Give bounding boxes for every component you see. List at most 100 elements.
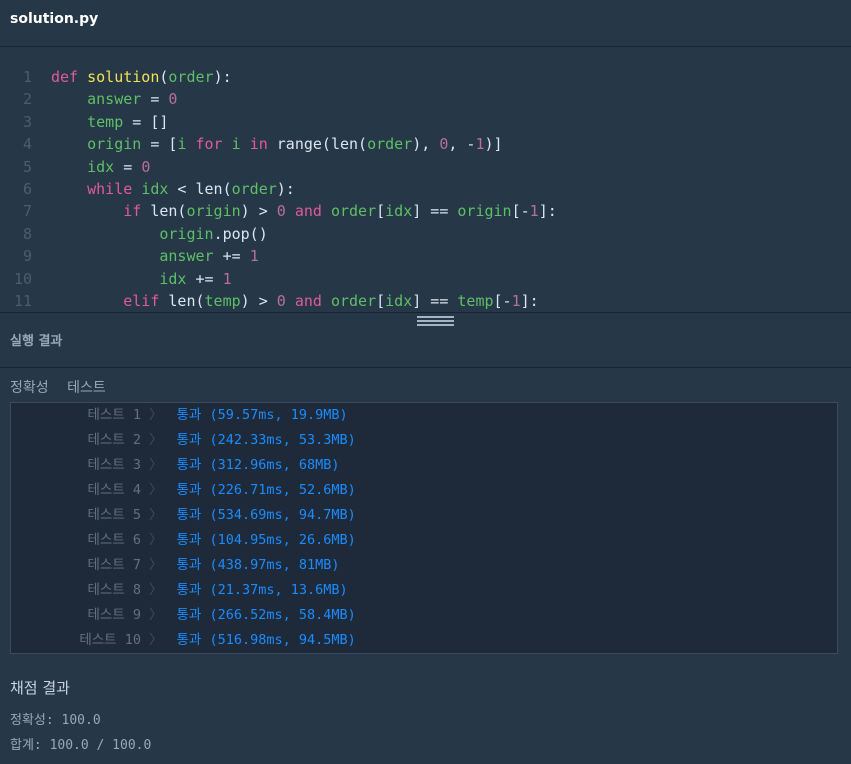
test-row: 테스트 4 〉 통과 (226.71ms, 52.6MB) [11,478,355,503]
tab-test[interactable]: 테스트 [67,380,106,396]
code-line[interactable]: 11 elif len(temp) > 0 and order[idx] == … [0,290,539,312]
code-token: 1 [511,292,521,310]
code-token: len( [168,292,205,310]
test-label: 테스트 3 [87,457,141,473]
test-result: 통과 (21.37ms, 13.6MB) [176,582,348,598]
chevron-right-icon: 〉 [149,482,163,498]
code-token: temp [87,112,124,131]
code-line[interactable]: 8 origin.pop() [0,223,268,245]
code-token: answer [159,247,214,266]
line-number: 3 [22,112,32,131]
code-token: [ [376,292,386,310]
line-number: 6 [22,180,32,198]
chevron-right-icon: 〉 [149,582,163,598]
code-line[interactable]: 7 if len(origin) > 0 and order[idx] == o… [0,200,557,222]
code-token: idx [385,202,413,221]
test-label: 테스트 5 [87,507,141,523]
chevron-right-icon: 〉 [149,607,163,623]
code-token: order [168,68,214,86]
tab-accuracy[interactable]: 정확성 [10,380,49,396]
code-token: = [] [123,112,169,131]
code-token: 1 [475,135,485,154]
test-row: 테스트 3 〉 통과 (312.96ms, 68MB) [11,453,340,478]
code-token: origin [87,135,142,154]
code-token: order [367,135,413,154]
test-row: 테스트 5 〉 통과 (534.69ms, 94.7MB) [11,503,356,528]
code-line[interactable]: 5 idx = 0 [0,156,150,178]
chevron-right-icon: 〉 [149,507,163,523]
code-token: ) > [240,292,277,310]
code-editor[interactable]: 1 def solution(order): 2 answer = 03 temp … [0,47,851,312]
code-token: def [51,68,88,86]
test-row: 테스트 2 〉 통과 (242.33ms, 53.3MB) [11,428,356,453]
test-row: 테스트 8 〉 통과 (21.37ms, 13.6MB) [11,578,348,603]
code-line[interactable]: 3 temp = [] [0,111,168,133]
resize-handle[interactable] [417,316,454,326]
chevron-right-icon: 〉 [149,632,163,648]
result-section-tabs: 정확성 테스트 [10,377,120,397]
code-token: origin [159,224,214,243]
code-token: ] == [412,292,458,310]
test-result: 통과 (516.98ms, 94.5MB) [176,632,356,648]
code-token: )] [484,135,503,154]
code-token: while [87,180,142,198]
code-token: answer [87,90,142,109]
code-token: elif [123,292,169,310]
result-header-label: 실행 결과 [10,334,63,349]
code-token: ]: [538,202,557,221]
chevron-right-icon: 〉 [149,407,163,423]
code-token: 0 [276,292,295,310]
code-token: 0 [168,90,178,109]
line-number: 8 [22,224,32,243]
test-results-list: 테스트 1 〉 통과 (59.57ms, 19.9MB) 테스트 2 〉 통과 (242.… [10,402,838,654]
file-tab-title[interactable]: solution.py [10,11,98,27]
test-row: 테스트 9 〉 통과 (266.52ms, 58.4MB) [11,603,356,628]
code-token: idx [141,180,169,198]
code-token: 0 [276,202,295,221]
code-token: 1 [222,269,232,288]
code-line[interactable]: 2 answer = 0 [0,88,177,110]
code-token: order [330,202,377,221]
code-token: and [294,292,331,310]
test-result: 통과 (266.52ms, 58.4MB) [176,607,356,623]
code-line[interactable]: 1 def solution(order): [0,66,232,88]
test-result: 통과 (59.57ms, 19.9MB) [176,407,348,423]
test-row: 테스트 10 〉 통과 (516.98ms, 94.5MB) [11,628,356,653]
test-label: 테스트 10 [79,632,141,648]
line-number: 7 [22,202,32,221]
code-token: = [141,90,169,109]
code-token: [ [376,202,386,221]
code-token: [- [493,292,512,310]
test-result: 통과 (312.96ms, 68MB) [176,457,340,473]
test-result: 통과 (534.69ms, 94.7MB) [176,507,356,523]
code-token: ): [276,180,295,198]
code-line[interactable]: 4 origin = [i for i in range(len(order),… [0,133,503,155]
test-row: 테스트 1 〉 통과 (59.57ms, 19.9MB) [11,403,348,428]
test-result: 통과 (242.33ms, 53.3MB) [176,432,356,448]
code-token: , - [448,135,476,154]
code-line[interactable]: 10 idx += 1 [0,268,232,290]
test-row: 테스트 6 〉 통과 (104.95ms, 26.6MB) [11,528,355,553]
code-token: ) > [240,202,277,221]
code-token: and [294,202,331,221]
code-token: in [249,135,277,154]
code-token: [- [511,202,530,221]
chevron-right-icon: 〉 [149,457,163,473]
code-token: ] == [412,202,458,221]
grading-accuracy: 정확성: 100.0 [10,713,101,728]
code-token: idx [385,292,413,310]
line-number: 10 [13,269,32,288]
test-label: 테스트 2 [87,432,141,448]
test-label: 테스트 8 [87,582,141,598]
test-label: 테스트 6 [87,532,141,548]
code-token: 1 [529,202,539,221]
code-line[interactable]: 9 answer += 1 [0,245,259,267]
code-line[interactable]: 6 while idx < len(order): [0,178,295,200]
editor-tab-bar: solution.py [0,0,851,47]
